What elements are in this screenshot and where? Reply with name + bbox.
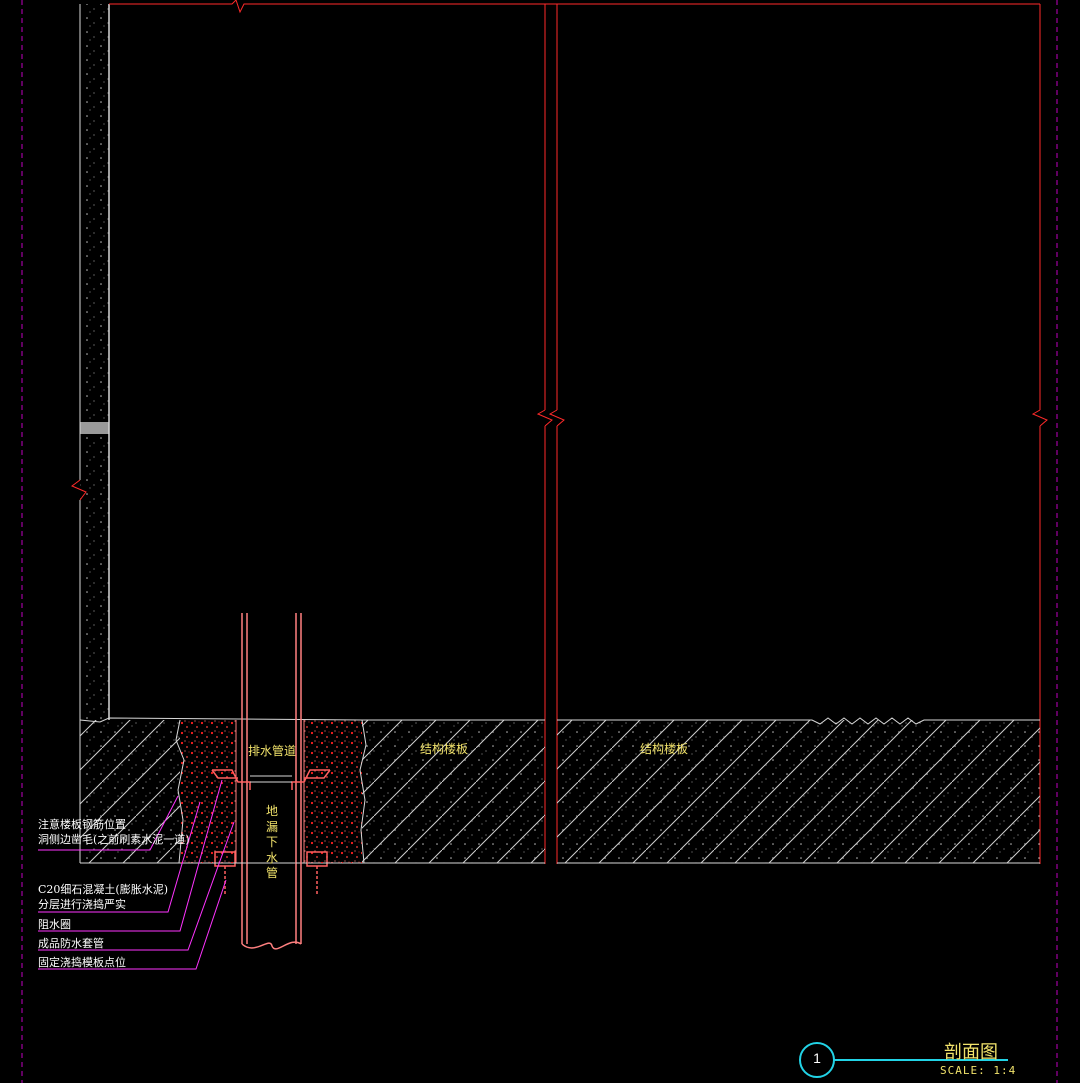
callout-rebar: 注意楼板钢筋位置 洞侧边凿毛(之前刷素水泥一道): [38, 817, 190, 847]
slab-right-label: 结构楼板: [640, 742, 689, 756]
drain-pipe: [235, 613, 305, 950]
drain-pipe-char: 下: [265, 835, 278, 849]
callout-line: 注意楼板钢筋位置: [38, 818, 126, 831]
callout-line: 洞侧边凿毛(之前刷素水泥一道): [38, 833, 190, 846]
callout-c20: C20细石混凝土(膨胀水泥) 分层进行浇捣严实: [38, 882, 168, 912]
section-number: 1: [813, 1050, 821, 1066]
left-wall: [71, 4, 110, 720]
drain-channel-label: 排水管道: [248, 744, 297, 758]
callout-formwork: 固定浇捣模板点位: [38, 956, 126, 969]
drain-pipe-char: 地: [265, 804, 278, 818]
drawing-title: 剖面图: [944, 1042, 998, 1063]
drain-pipe-char: 水: [265, 850, 278, 865]
drain-pipe-label: 地 漏 下 水 管: [265, 804, 279, 882]
callout-waterstop: 阻水圈: [38, 918, 71, 931]
slab-right: [557, 717, 1040, 864]
section-drawing: [21, 0, 1058, 1083]
callout-line: 分层进行浇捣严实: [38, 898, 126, 911]
callout-line: C20细石混凝土(膨胀水泥): [38, 883, 168, 896]
slab-left-label: 结构楼板: [420, 742, 469, 756]
drawing-scale: SCALE: 1:4: [940, 1064, 1017, 1077]
callout-sleeve: 成品防水套管: [38, 937, 104, 950]
drain-pipe-char: 管: [265, 866, 278, 880]
drain-pipe-char: 漏: [265, 819, 278, 834]
